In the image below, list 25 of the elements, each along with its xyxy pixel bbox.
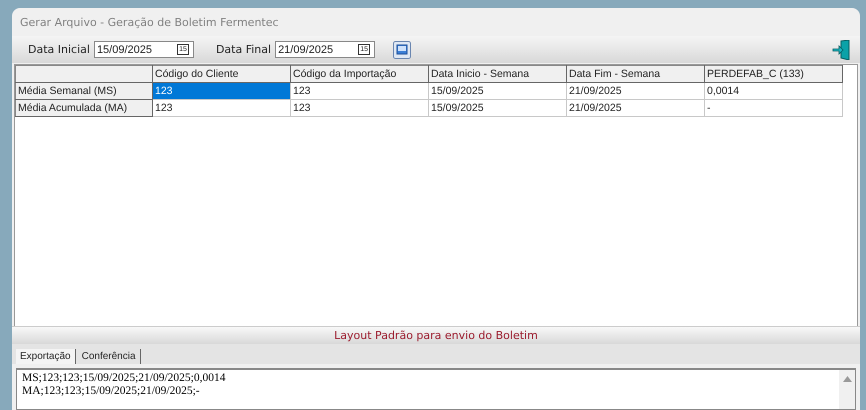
exit-door-icon[interactable] [832,40,850,60]
table-cell[interactable]: 21/09/2025 [566,100,704,116]
window-title: Gerar Arquivo - Geração de Boletim Fermentec [19,14,280,30]
table-cell[interactable]: - [704,100,842,116]
table-cell[interactable]: 123 [152,82,290,100]
table-cell[interactable]: 123 [152,100,290,116]
start-date-label: Data Inicial [28,43,90,56]
table-cell[interactable]: 15/09/2025 [428,82,566,100]
table-cell[interactable]: 15/09/2025 [428,100,566,116]
layout-caption: Layout Padrão para envio do Boletim [12,326,860,344]
row-header[interactable]: Média Acumulada (MA) [16,100,152,116]
output-text-area[interactable]: MS;123;123;15/09/2025;21/09/2025;0,0014 MA;123;123;15/09/2025;21/09/2025;- [16,368,856,410]
table-cell[interactable]: 123 [290,100,428,116]
table-cell[interactable]: 123 [290,82,428,100]
table-cell[interactable]: 0,0014 [704,82,842,100]
end-date-label: Data Final [216,43,272,56]
row-header[interactable]: Média Semanal (MS) [16,82,152,100]
tab[interactable]: Exportação [16,349,76,364]
column-header[interactable]: Código do Cliente [152,66,290,82]
column-header[interactable]: PERDEFAB_C (133) [704,66,842,82]
table-cell[interactable]: 21/09/2025 [566,82,704,100]
column-header[interactable]: Data Fim - Semana [566,66,704,82]
window-icon[interactable] [393,40,412,58]
column-header[interactable]: Código da Importação [290,66,428,82]
column-header[interactable]: Data Inicio - Semana [428,66,566,82]
